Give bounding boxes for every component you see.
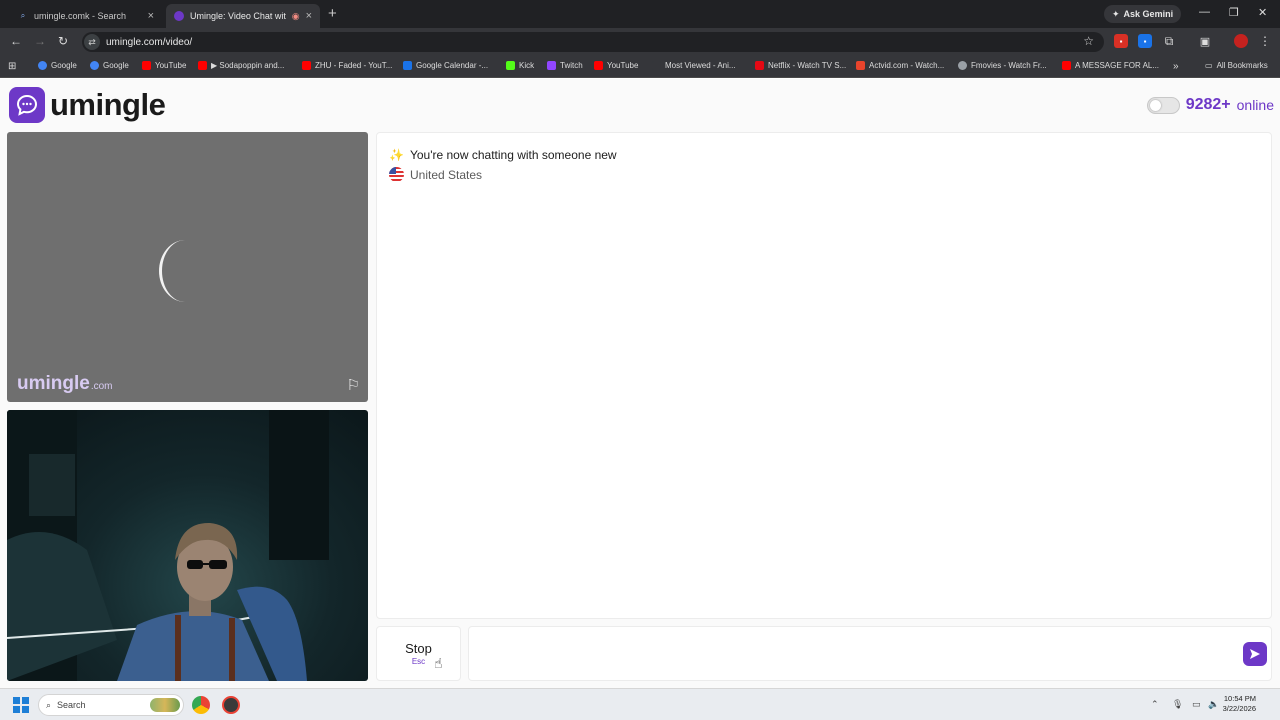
folder-icon: ▭ xyxy=(1205,61,1213,70)
logo-text: umingle xyxy=(50,87,166,122)
country-name: United States xyxy=(410,167,483,182)
bookmark-item[interactable]: Actvid.com - Watch... xyxy=(856,61,944,70)
chat-bubble-logo-icon xyxy=(9,87,45,123)
search-icon: ⌕ xyxy=(46,699,52,710)
profile-avatar[interactable] xyxy=(1234,34,1248,48)
chat-panel: ✨ You're now chatting with someone new U… xyxy=(376,132,1272,619)
recorder-taskbar-icon[interactable] xyxy=(222,696,240,714)
back-button[interactable]: ← xyxy=(10,34,22,48)
bookmark-item[interactable]: YouTube xyxy=(142,61,186,70)
adblock-extension-icon[interactable]: ▪ xyxy=(1114,34,1128,48)
browser-tab-bar: ⌕ umingle.comk - Search × Umingle: Video… xyxy=(0,0,1280,28)
tray-network-icon[interactable]: ▭ xyxy=(1192,699,1201,710)
message-composer xyxy=(468,626,1272,681)
ask-gemini-label: Ask Gemini xyxy=(1123,9,1174,19)
tab-title: umingle.comk - Search xyxy=(34,11,127,21)
online-indicator: 9282+ online xyxy=(1146,96,1274,114)
clock-time: 10:54 PM xyxy=(1223,694,1256,703)
extension-icon[interactable]: ▪ xyxy=(1138,34,1152,48)
tab-title: Umingle: Video Chat with S xyxy=(190,11,286,21)
close-window-button[interactable]: ✕ xyxy=(1258,6,1267,19)
tray-mic-icon[interactable]: 🎙 xyxy=(1172,699,1183,710)
windows-start-icon[interactable] xyxy=(13,697,29,713)
gemini-sparkle-icon: ✦ xyxy=(1112,8,1120,19)
bookmark-item[interactable]: Most Viewed - Ani... xyxy=(652,61,736,70)
taskbar-clock[interactable]: 10:54 PM 3/22/2026 xyxy=(1223,694,1256,714)
system-message-text: You're now chatting with someone new xyxy=(409,148,617,162)
side-panel-icon[interactable]: ▣ xyxy=(1198,34,1212,48)
tray-volume-icon[interactable]: 🔈 xyxy=(1208,699,1219,710)
close-tab-icon[interactable]: × xyxy=(148,10,154,22)
recording-icon: ◉ xyxy=(291,10,300,21)
bookmark-item[interactable]: Fmovies - Watch Fr... xyxy=(958,61,1047,70)
windows-taskbar: ⌕ Search ⌃ 🎙 ▭ 🔈 10:54 PM 3/22/2026 xyxy=(0,688,1280,720)
stop-button[interactable]: Stop Esc xyxy=(376,626,461,681)
bookmark-item[interactable]: YouTube xyxy=(594,61,638,70)
close-tab-icon[interactable]: × xyxy=(306,10,312,22)
reload-button[interactable]: ↻ xyxy=(58,34,68,48)
more-bookmarks-chevron-icon[interactable]: » xyxy=(1173,61,1179,72)
bookmark-item[interactable]: ZHU - Faded - YouT... xyxy=(302,61,392,70)
sparkles-icon: ✨ xyxy=(389,148,404,162)
stranger-video: umingle.com ⚐ xyxy=(7,132,368,402)
restore-button[interactable]: ❐ xyxy=(1229,6,1239,19)
online-label: online xyxy=(1236,97,1274,113)
loading-spinner-icon xyxy=(159,240,211,302)
clock-date: 3/22/2026 xyxy=(1222,704,1256,713)
report-flag-icon[interactable]: ⚐ xyxy=(347,376,360,394)
bookmark-item[interactable]: Google xyxy=(90,61,129,70)
umingle-logo[interactable]: umingle xyxy=(9,87,166,123)
extensions-puzzle-icon[interactable]: ⧉ xyxy=(1162,34,1176,48)
stop-shortcut-hint: Esc xyxy=(411,657,426,666)
umingle-favicon-icon xyxy=(174,11,184,21)
site-info-icon[interactable]: ⇄ xyxy=(84,34,100,50)
theme-toggle[interactable] xyxy=(1146,96,1180,114)
ask-gemini-button[interactable]: ✦ Ask Gemini xyxy=(1104,5,1182,23)
chrome-taskbar-icon[interactable] xyxy=(192,696,210,714)
online-count: 9282+ xyxy=(1185,96,1231,113)
tab-search[interactable]: ⌕ umingle.comk - Search × xyxy=(10,4,162,28)
bookmark-item[interactable]: Kick xyxy=(506,61,534,70)
self-camera-video xyxy=(7,410,368,681)
menu-kebab-icon[interactable]: ⋮ xyxy=(1258,34,1272,48)
apps-grid-icon[interactable]: ⊞ xyxy=(8,61,16,72)
url-text: umingle.com/video/ xyxy=(106,36,193,48)
taskbar-search[interactable]: ⌕ Search xyxy=(38,694,184,716)
bookmark-item[interactable]: Google Calendar -... xyxy=(403,61,488,70)
message-input[interactable] xyxy=(479,643,1219,665)
tab-umingle[interactable]: Umingle: Video Chat with S ◉ × xyxy=(166,4,320,28)
bookmark-item[interactable]: Twitch xyxy=(547,61,583,70)
bookmark-item[interactable]: Netflix - Watch TV S... xyxy=(755,61,846,70)
umingle-watermark: umingle.com xyxy=(17,373,113,394)
forward-button[interactable]: → xyxy=(34,34,46,48)
bookmark-item[interactable]: A MESSAGE FOR AL... xyxy=(1062,61,1159,70)
minimize-button[interactable]: — xyxy=(1199,6,1210,18)
search-highlight-image xyxy=(150,698,180,712)
new-tab-button[interactable]: + xyxy=(328,5,337,22)
webcam-feed-image xyxy=(7,410,329,681)
bookmarks-bar: ⊞ Google Google YouTube ▶ Sodapoppin and… xyxy=(0,56,1280,78)
send-button[interactable] xyxy=(1243,642,1267,666)
search-icon: ⌕ xyxy=(20,11,26,20)
taskbar-search-label: Search xyxy=(57,700,86,710)
tray-chevron-icon[interactable]: ⌃ xyxy=(1151,699,1159,710)
all-bookmarks-button[interactable]: ▭ All Bookmarks xyxy=(1205,61,1268,70)
send-arrow-icon xyxy=(1250,649,1260,659)
stop-label: Stop xyxy=(405,641,432,656)
umingle-page: umingle 9282+ online umingle.com ⚐ ✨ You… xyxy=(0,79,1280,688)
address-bar[interactable]: ⇄ umingle.com/video/ ☆ xyxy=(82,32,1104,52)
bookmark-star-icon[interactable]: ☆ xyxy=(1083,34,1094,48)
bookmark-item[interactable]: Google xyxy=(38,61,77,70)
stranger-country: United States xyxy=(389,167,482,182)
bookmark-item[interactable]: ▶ Sodapoppin and... xyxy=(198,61,284,70)
mouse-cursor-icon: ☝ xyxy=(434,655,443,671)
system-message: ✨ You're now chatting with someone new xyxy=(389,148,617,162)
us-flag-icon xyxy=(389,167,404,182)
